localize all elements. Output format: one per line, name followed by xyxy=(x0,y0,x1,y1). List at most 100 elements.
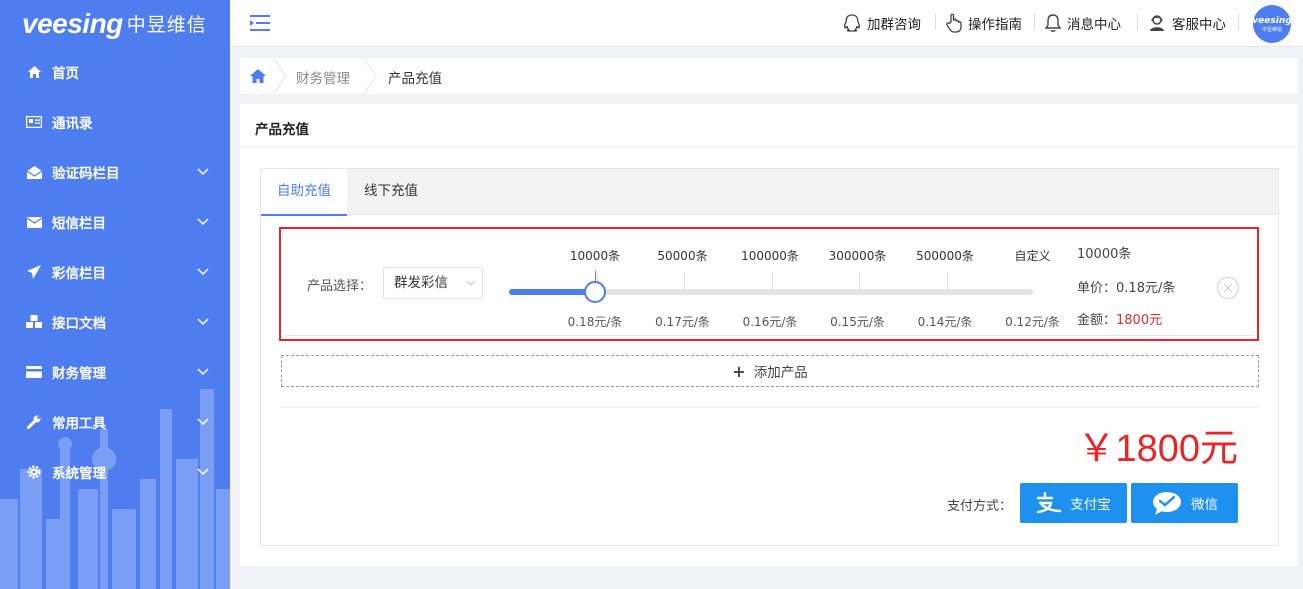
sidebar-item-label: 彩信栏目 xyxy=(52,266,106,282)
slider-tick xyxy=(859,273,860,289)
qq-icon xyxy=(843,14,861,32)
avatar-text: veesing xyxy=(1252,15,1292,26)
customer-service-label: 客服中心 xyxy=(1172,17,1226,33)
alipay-button[interactable]: 支付宝 xyxy=(1020,483,1127,523)
header-divider xyxy=(1238,14,1239,30)
amount-value: 1800元 xyxy=(1116,313,1163,328)
tier-price-label: 0.15元/条 xyxy=(830,315,885,329)
sidebar: veesing 中昱维信 首页 通讯录 验证码栏目 短信栏目 彩信栏目 接口文档… xyxy=(0,0,230,589)
sidebar-item-label: 验证码栏目 xyxy=(52,166,120,182)
alipay-icon xyxy=(1037,492,1062,514)
chevron-down-icon xyxy=(197,418,209,426)
chevron-down-icon xyxy=(197,318,209,326)
wechat-label: 微信 xyxy=(1191,497,1218,513)
amount-label: 金额： xyxy=(1077,313,1117,328)
wrench-icon xyxy=(26,414,42,430)
chevron-down-icon xyxy=(466,280,476,286)
tier-price-label: 0.14元/条 xyxy=(917,315,973,329)
tab-offline-recharge[interactable]: 线下充值 xyxy=(348,169,434,215)
product-select[interactable]: 群发彩信 xyxy=(383,267,483,299)
sidebar-item-label: 首页 xyxy=(52,66,79,82)
user-service-icon xyxy=(1150,15,1164,31)
unit-price-label: 单价： xyxy=(1077,281,1117,296)
tab-bar: 自助充值 线下充值 xyxy=(261,169,1278,216)
alipay-label: 支付宝 xyxy=(1070,497,1111,513)
logo[interactable]: veesing 中昱维信 xyxy=(0,0,230,47)
sidebar-item-verification[interactable]: 验证码栏目 xyxy=(0,147,230,197)
join-group-link[interactable]: 加群咨询 xyxy=(842,12,921,34)
guide-label: 操作指南 xyxy=(968,17,1022,33)
tabs-container: 自助充值 线下充值 产品选择： 群发彩信 10000条 0.18元/条 50000条… xyxy=(260,168,1279,546)
plus-icon: + xyxy=(732,361,746,381)
total-amount: ￥1800元 xyxy=(1077,428,1238,470)
chevron-down-icon xyxy=(197,218,209,226)
header-divider xyxy=(935,14,936,30)
tier-qty-label: 10000条 xyxy=(569,249,621,263)
product-row: 产品选择： 群发彩信 10000条 0.18元/条 50000条 0.17元/条 100… xyxy=(279,227,1259,341)
page-title: 产品充值 xyxy=(255,122,309,138)
guide-link[interactable]: 操作指南 xyxy=(945,12,1022,34)
sidebar-item-label: 常用工具 xyxy=(52,416,106,432)
hand-pointer-icon xyxy=(946,13,962,33)
slider-thumb-marker xyxy=(595,271,596,281)
header-divider xyxy=(1137,14,1138,30)
message-center-label: 消息中心 xyxy=(1067,17,1121,33)
sidebar-item-contacts[interactable]: 通讯录 xyxy=(0,97,230,147)
amount-line: 金额：1800元 xyxy=(1077,309,1162,328)
section-divider xyxy=(281,407,1259,408)
breadcrumb-item-finance[interactable]: 财务管理 xyxy=(296,67,350,87)
sidebar-item-system[interactable]: 系统管理 xyxy=(0,447,230,497)
tier-qty-label: 500000条 xyxy=(916,249,974,263)
logo-brand-cn: 中昱维信 xyxy=(126,14,207,36)
sidebar-item-sms[interactable]: 短信栏目 xyxy=(0,197,230,247)
sidebar-item-api-docs[interactable]: 接口文档 xyxy=(0,297,230,347)
add-product-button[interactable]: + 添加产品 xyxy=(281,355,1259,387)
wechat-pay-button[interactable]: 微信 xyxy=(1131,483,1238,523)
card-divider xyxy=(240,147,1298,148)
chevron-down-icon xyxy=(197,468,209,476)
tier-price-label: 0.12元/条 xyxy=(1005,315,1060,329)
breadcrumb-item-current: 产品充值 xyxy=(388,71,442,87)
tier-price-label: 0.18元/条 xyxy=(567,315,623,329)
tier-qty-label: 100000条 xyxy=(741,249,799,263)
avatar-subtext: 中昱维信 xyxy=(1261,26,1282,33)
menu-toggle-icon[interactable] xyxy=(250,13,272,33)
sidebar-item-label: 接口文档 xyxy=(52,316,106,332)
envelope-open-icon xyxy=(26,164,42,180)
tier-qty-label: 300000条 xyxy=(828,249,887,263)
wechat-icon xyxy=(1153,492,1181,515)
tier-price-label: 0.17元/条 xyxy=(655,315,710,329)
slider-tick xyxy=(946,273,948,289)
slider-tick xyxy=(771,273,773,289)
tab-self-recharge[interactable]: 自助充值 xyxy=(261,169,347,216)
chevron-down-icon xyxy=(197,268,209,276)
sidebar-item-mms[interactable]: 彩信栏目 xyxy=(0,247,230,297)
gear-icon xyxy=(26,464,42,480)
home-icon xyxy=(26,64,42,80)
breadcrumb-separator-icon xyxy=(274,58,287,94)
sidebar-item-tools[interactable]: 常用工具 xyxy=(0,397,230,447)
message-center-link[interactable]: 消息中心 xyxy=(1044,12,1121,34)
home-icon[interactable] xyxy=(248,66,268,86)
sidebar-item-finance[interactable]: 财务管理 xyxy=(0,347,230,397)
breadcrumb-separator-icon xyxy=(364,58,377,94)
payment-method-label: 支付方式： xyxy=(947,499,1013,514)
customer-service-link[interactable]: 客服中心 xyxy=(1147,12,1226,34)
unit-price-value: 0.18元/条 xyxy=(1116,281,1176,296)
avatar[interactable]: veesing 中昱维信 xyxy=(1252,5,1292,43)
header-divider xyxy=(1034,14,1035,30)
product-select-label: 产品选择： xyxy=(307,279,373,294)
join-group-label: 加群咨询 xyxy=(867,17,921,33)
address-card-icon xyxy=(26,114,42,130)
tier-qty-label: 50000条 xyxy=(657,249,708,263)
chevron-down-icon xyxy=(197,168,209,176)
unit-price-line: 单价：0.18元/条 xyxy=(1077,277,1175,296)
close-icon[interactable] xyxy=(1217,277,1239,299)
slider-thumb[interactable] xyxy=(584,281,606,303)
add-product-label: 添加产品 xyxy=(753,365,808,381)
slider-tick xyxy=(684,273,685,289)
sidebar-item-label: 系统管理 xyxy=(52,466,106,482)
tier-price-label: 0.16元/条 xyxy=(742,315,798,329)
sidebar-item-home[interactable]: 首页 xyxy=(0,47,230,97)
summary-qty: 10000条 xyxy=(1077,247,1132,262)
